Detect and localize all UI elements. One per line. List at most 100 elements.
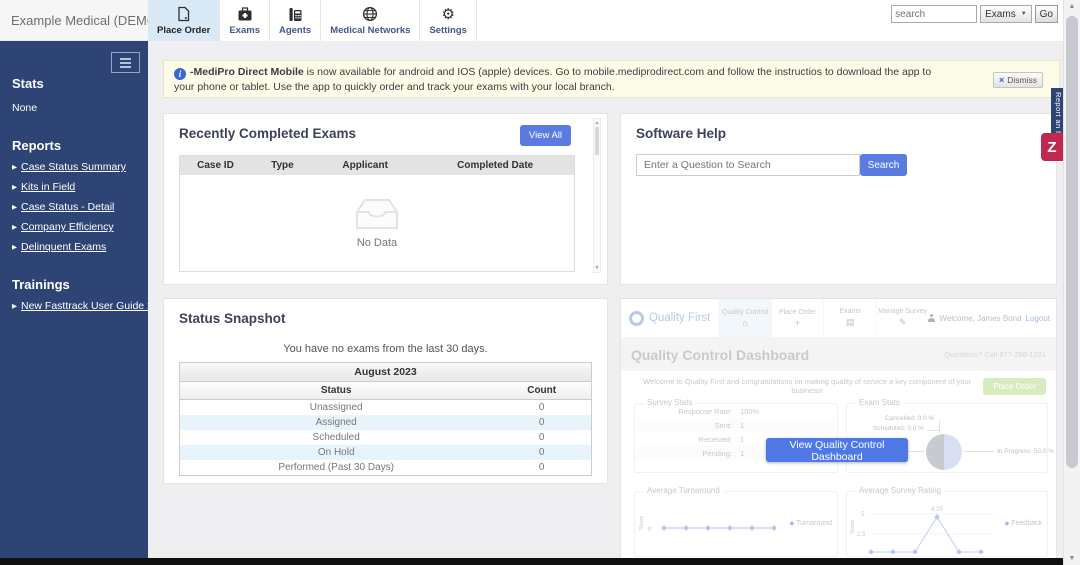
column-header: Status — [320, 385, 352, 396]
column-header: Applicant — [342, 160, 388, 171]
tab-label: Settings — [429, 24, 467, 36]
chart-legend: ◆ Feedback — [1004, 520, 1042, 527]
document-icon — [176, 6, 191, 23]
column-header: Count — [527, 385, 557, 396]
table-scrollbar[interactable]: ▲ ▼ — [593, 118, 601, 273]
panel-title: Software Help — [636, 126, 727, 141]
triangle-bullet-icon: ▶ — [12, 224, 17, 231]
home-icon: ⌂ — [742, 317, 748, 328]
briefcase-icon — [237, 6, 253, 23]
tab-label: Medical Networks — [330, 24, 411, 36]
page-scrollbar[interactable]: ▲ ▼ — [1063, 0, 1080, 565]
help-question-input[interactable] — [636, 154, 860, 176]
search-input[interactable] — [891, 5, 978, 23]
header-search: Exams ▼ Go — [891, 5, 1058, 23]
quality-user-area: Welcome, James Bond Logout — [928, 299, 1056, 337]
search-go-button[interactable]: Go — [1034, 5, 1058, 23]
tab-medical-networks[interactable]: Medical Networks — [321, 0, 421, 41]
fax-icon — [288, 6, 303, 23]
tab-agents[interactable]: Agents — [270, 0, 322, 41]
hamburger-icon — [120, 57, 131, 68]
quality-intro-text: Welcome to Quality First and congratulat… — [643, 377, 972, 395]
logout-link: Logout — [1025, 313, 1050, 323]
pie-callout-line — [964, 451, 994, 452]
main-content: i -MediPro Direct Mobile is now available… — [148, 41, 1063, 558]
quality-dashboard-title: Quality Control Dashboard — [631, 346, 810, 363]
sidebar-item-company-efficiency[interactable]: ▶ Company Efficiency — [12, 221, 136, 233]
pie-label-in-progress: In Progress: 50.0 % — [997, 448, 1055, 455]
sidebar-item-case-status-detail[interactable]: ▶ Case Status - Detail — [12, 201, 136, 213]
tab-label: Exams — [229, 24, 260, 36]
tab-place-order[interactable]: Place Order — [148, 0, 221, 41]
table-row: Performed (Past 30 Days) 0 — [278, 462, 545, 473]
list-icon: ▤ — [845, 317, 855, 327]
inbox-icon — [356, 199, 398, 229]
sidebar-trainings-heading: Trainings — [12, 277, 70, 292]
sidebar-stats-value: None — [12, 102, 38, 114]
top-nav: Place Order Exams Agents Medical Network… — [148, 0, 1063, 42]
triangle-bullet-icon: ▶ — [12, 184, 17, 191]
tab-settings[interactable]: ⚙ Settings — [420, 0, 477, 41]
quality-dashboard-bar: Quality Control Dashboard Questions? Cal… — [621, 338, 1056, 371]
quality-first-logo: Quality First — [621, 299, 718, 337]
quality-control-widget: Quality First Quality Control ⌂ Place Ord… — [620, 298, 1057, 558]
plus-icon: + — [794, 317, 801, 328]
triangle-bullet-icon: ▶ — [12, 204, 17, 211]
pie-callout-line — [927, 430, 939, 431]
svg-text:2.5: 2.5 — [857, 532, 866, 538]
chart-legend: ◆ Turnaround — [789, 520, 832, 527]
month-header: August 2023 — [180, 363, 591, 382]
table-row: Scheduled 0 — [312, 432, 545, 443]
bottom-edge-bar — [0, 558, 1063, 565]
help-search-button[interactable]: Search — [860, 154, 907, 176]
diamond-marker-icon: ◆ — [1004, 521, 1010, 527]
scrollbar-thumb — [595, 127, 599, 155]
status-table: August 2023 Status Count Unassigned 0 Ass… — [179, 362, 592, 476]
svg-text:5: 5 — [861, 512, 865, 518]
sidebar-stats-heading: Stats — [12, 76, 44, 91]
banner-dismiss-button[interactable]: × Dismiss — [992, 72, 1043, 88]
scroll-down-icon: ▼ — [594, 265, 600, 271]
stat-row: Sent: 1 — [635, 418, 837, 432]
sidebar-collapse-button[interactable] — [111, 52, 140, 73]
no-exams-text: You have no exams from the last 30 days. — [283, 343, 488, 355]
quality-tab-quality-control: Quality Control ⌂ — [718, 299, 771, 337]
svg-text:Score: Score — [850, 520, 856, 534]
status-table-header: Status Count — [180, 382, 591, 400]
tab-label: Agents — [278, 24, 312, 36]
sidebar-item-delinquent-exams[interactable]: ▶ Delinquent Exams — [12, 241, 136, 253]
sidebar-item-kits-in-field[interactable]: ▶ Kits in Field — [12, 181, 136, 193]
sidebar-item-fasttrack-guide[interactable]: ▶ New Fasttrack User Guide 2018 — [12, 300, 170, 312]
scroll-up-icon: ▲ — [1068, 3, 1076, 10]
status-snapshot-panel: Status Snapshot You have no exams from t… — [163, 298, 608, 484]
quality-tab-manage-survey: Manage Survey ✎ — [875, 299, 929, 337]
banner-bold-text: -MediPro Direct Mobile — [190, 66, 304, 78]
table-row: On Hold 0 — [180, 445, 591, 460]
recently-completed-exams-panel: Recently Completed Exams View All Case I… — [163, 113, 608, 285]
quality-place-order-button: Place Order — [983, 377, 1046, 395]
search-scope-select[interactable]: Exams ▼ — [980, 5, 1032, 23]
software-help-panel: Software Help Search — [620, 113, 1057, 285]
triangle-bullet-icon: ▶ — [12, 164, 17, 171]
pie-label-cancelled: Cancelled: 0.0 % — [885, 415, 935, 422]
globe-icon — [362, 6, 378, 23]
svg-text:0: 0 — [648, 527, 652, 533]
quality-tab-place-order: Place Order + — [770, 299, 824, 337]
view-all-button[interactable]: View All — [519, 125, 571, 146]
sidebar-item-case-status-summary[interactable]: ▶ Case Status Summary — [12, 161, 136, 173]
sidebar-reports-heading: Reports — [12, 138, 62, 153]
scroll-down-icon: ▼ — [1068, 555, 1076, 562]
close-icon: × — [998, 75, 1005, 85]
table-row: Assigned 0 — [180, 415, 591, 430]
support-z-badge[interactable]: Z — [1041, 133, 1063, 161]
tab-exams[interactable]: Exams — [220, 0, 270, 41]
globe-logo-icon — [629, 310, 644, 326]
tab-label: Place Order — [157, 24, 211, 36]
quality-preview: Quality First Quality Control ⌂ Place Ord… — [621, 299, 1056, 558]
sidebar: Stats None Reports ▶ Case Status Summary … — [0, 41, 170, 558]
view-quality-control-dashboard-button[interactable]: View Quality Control Dashboard — [766, 438, 908, 463]
recent-exams-table: Case ID Type Applicant Completed Date No… — [179, 155, 575, 272]
panel-title: Recently Completed Exams — [179, 126, 357, 141]
brand-title: Example Medical (DEMO) — [0, 0, 148, 41]
pie-callout-line — [939, 420, 940, 433]
